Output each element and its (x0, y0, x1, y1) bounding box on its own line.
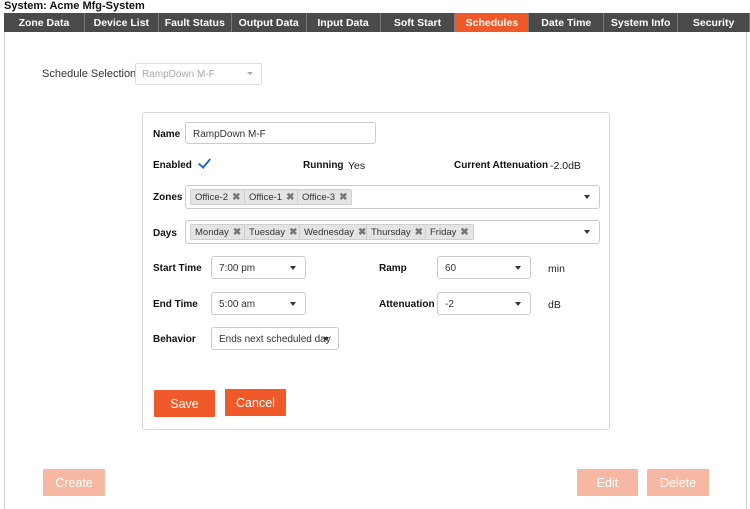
end-time-value: 5:00 am (219, 299, 256, 310)
day-chip-label: Friday (430, 226, 457, 238)
close-icon[interactable]: ✖ (460, 227, 468, 238)
name-field-value: RampDown M-F (193, 129, 266, 140)
start-time-dropdown[interactable]: 7:00 pm (211, 256, 306, 279)
zone-chip-label: Office-1 (249, 191, 283, 203)
close-icon[interactable]: ✖ (415, 227, 423, 238)
end-time-label: End Time (153, 299, 198, 310)
chevron-down-icon (323, 337, 329, 341)
tab-system-info[interactable]: System Info (604, 13, 679, 32)
chevron-down-icon (515, 266, 521, 270)
tab-device-list[interactable]: Device List (85, 13, 159, 32)
cancel-button[interactable]: Cancel (225, 389, 286, 416)
zone-chip-label: Office-2 (195, 191, 229, 203)
attenuation-unit: dB (548, 299, 561, 311)
day-chip: Wednesday ✖ (299, 224, 372, 240)
chevron-down-icon (515, 302, 521, 306)
schedule-selection-value: RampDown M-F (142, 69, 215, 80)
day-chip-label: Wednesday (304, 226, 354, 238)
tab-fault-status[interactable]: Fault Status (159, 13, 232, 32)
close-icon[interactable]: ✖ (339, 192, 347, 203)
tab-security[interactable]: Security (678, 13, 750, 32)
tab-input-data[interactable]: Input Data (307, 13, 381, 32)
close-icon[interactable]: ✖ (233, 227, 241, 238)
zones-multiselect[interactable]: Office-2 ✖ Office-1 ✖ Office-3 ✖ (185, 185, 600, 209)
edit-button[interactable]: Edit (577, 469, 638, 496)
day-chip: Thursday ✖ (366, 224, 428, 240)
day-chip-label: Monday (195, 226, 229, 238)
close-icon[interactable]: ✖ (286, 192, 294, 203)
save-button[interactable]: Save (154, 390, 215, 417)
tab-bar: Zone Data Device List Fault Status Output D… (4, 13, 750, 32)
zone-chip: Office-1 ✖ (244, 189, 300, 205)
name-field[interactable]: RampDown M-F (185, 122, 376, 144)
zone-chip: Office-2 ✖ (190, 189, 246, 205)
enabled-label: Enabled (153, 160, 192, 171)
enabled-checkbox[interactable] (197, 155, 212, 172)
create-button[interactable]: Create (43, 469, 105, 496)
behavior-dropdown[interactable]: Ends next scheduled day (211, 327, 339, 350)
running-value: Yes (348, 160, 366, 172)
zone-chip: Office-3 ✖ (297, 189, 353, 205)
day-chip: Monday ✖ (190, 224, 247, 240)
ramp-label: Ramp (379, 263, 407, 274)
current-attenuation-value: -2.0dB (550, 160, 581, 172)
chevron-down-icon (584, 230, 590, 234)
day-chip: Tuesday ✖ (244, 224, 303, 240)
tab-output-data[interactable]: Output Data (232, 13, 307, 32)
chevron-down-icon (584, 195, 590, 199)
close-icon[interactable]: ✖ (232, 192, 240, 203)
days-label: Days (153, 228, 177, 239)
chevron-down-icon (290, 302, 296, 306)
chevron-down-icon (290, 266, 296, 270)
start-time-label: Start Time (153, 263, 202, 274)
schedule-selection-dropdown[interactable]: RampDown M-F (135, 63, 262, 85)
day-chip-label: Tuesday (249, 226, 286, 238)
schedule-selection-label: Schedule Selection: (42, 68, 140, 80)
day-chip: Friday ✖ (425, 224, 474, 240)
ramp-value: 60 (445, 263, 457, 274)
system-title: System: Acme Mfg-System (4, 0, 145, 12)
attenuation-value: -2 (445, 299, 454, 310)
attenuation-label: Attenuation (379, 299, 435, 310)
zone-chip-label: Office-3 (302, 191, 336, 203)
schedule-form-card: Name RampDown M-F Enabled Running Yes Cu… (142, 112, 610, 430)
checkmark-icon (197, 155, 212, 169)
behavior-value: Ends next scheduled day (219, 334, 331, 345)
zones-label: Zones (153, 192, 183, 203)
current-attenuation-label: Current Attenuation (454, 160, 549, 171)
name-label: Name (153, 129, 181, 140)
start-time-value: 7:00 pm (219, 263, 256, 274)
ramp-dropdown[interactable]: 60 (437, 256, 531, 279)
behavior-label: Behavior (153, 334, 196, 345)
delete-button[interactable]: Delete (647, 469, 709, 496)
tab-date-time[interactable]: Date Time (529, 13, 605, 32)
day-chip-label: Thursday (371, 226, 411, 238)
days-multiselect[interactable]: Monday ✖ Tuesday ✖ Wednesday ✖ Thursday ✖ Friday… (185, 220, 600, 244)
tab-schedules[interactable]: Schedules (455, 13, 530, 32)
running-label: Running (303, 160, 344, 171)
end-time-dropdown[interactable]: 5:00 am (211, 292, 306, 315)
chevron-down-icon (247, 72, 253, 75)
tab-soft-start[interactable]: Soft Start (381, 13, 456, 32)
close-icon[interactable]: ✖ (289, 227, 297, 238)
tab-zone-data[interactable]: Zone Data (4, 13, 85, 32)
attenuation-dropdown[interactable]: -2 (437, 292, 531, 315)
ramp-unit: min (548, 263, 565, 275)
